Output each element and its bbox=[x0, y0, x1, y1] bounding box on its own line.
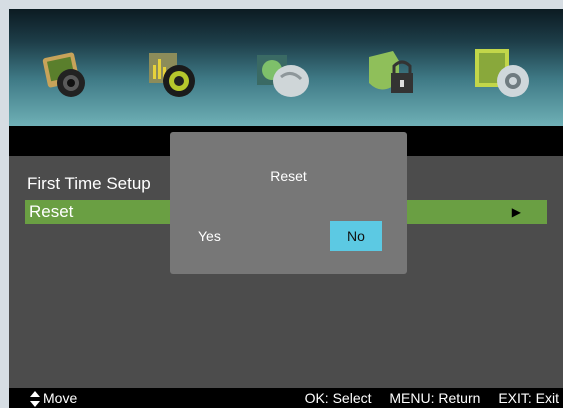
lock-icon[interactable] bbox=[363, 47, 419, 103]
menu-item-label: First Time Setup bbox=[27, 174, 151, 193]
reset-dialog: Reset Yes No bbox=[170, 132, 407, 274]
menu-icon-bar bbox=[9, 9, 563, 126]
move-hint-label: Move bbox=[43, 390, 78, 406]
setup-icon[interactable] bbox=[471, 47, 535, 103]
channel-icon[interactable] bbox=[255, 47, 311, 103]
menu-hint: MENU: Return bbox=[389, 390, 481, 406]
arrow-right-icon: ▶ bbox=[511, 205, 521, 219]
ok-hint: OK: Select bbox=[304, 390, 372, 406]
move-hint: Move bbox=[30, 388, 77, 408]
footer-hints: Move OK: Select MENU: Return EXIT: Exit bbox=[9, 388, 563, 408]
menu-item-label: Reset bbox=[29, 202, 74, 221]
no-button[interactable]: No bbox=[330, 221, 382, 251]
picture-icon[interactable] bbox=[39, 47, 95, 103]
up-down-arrow-icon bbox=[30, 391, 40, 408]
exit-hint: EXIT: Exit bbox=[498, 390, 559, 406]
yes-button[interactable]: Yes bbox=[198, 224, 252, 248]
tv-screen: First Time Setup Reset ▶ Reset Yes No Mo… bbox=[9, 9, 563, 408]
dialog-title: Reset bbox=[270, 168, 307, 184]
sound-icon[interactable] bbox=[147, 47, 203, 103]
key-hints: OK: Select MENU: Return EXIT: Exit bbox=[291, 388, 559, 408]
